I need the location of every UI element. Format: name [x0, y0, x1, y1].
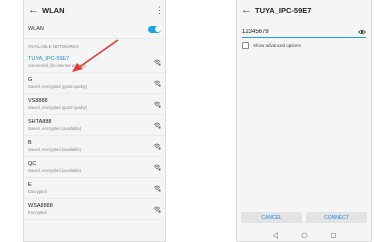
network-name: QC: [28, 160, 37, 167]
advanced-options-checkbox[interactable]: [242, 42, 249, 49]
wlan-toggle-label: WLAN: [28, 26, 44, 32]
network-name: TUYA_IPC-59E7: [28, 55, 70, 62]
home-circle-icon[interactable]: [301, 232, 308, 239]
advanced-options-row[interactable]: Show advanced options: [242, 42, 366, 49]
network-password-screen: ← TUYA_IPC-59E7 Show advanced options CA…: [236, 0, 372, 242]
network-text: TUYA_IPC-59E7 Connected (no internet acce…: [28, 56, 153, 69]
network-status: Encrypted: [28, 188, 47, 194]
network-status: Saved, encrypted (good quality): [28, 104, 88, 110]
network-item[interactable]: G Saved, encrypted (good quality): [24, 73, 165, 94]
network-status: Saved, encrypted (available): [28, 125, 82, 131]
advanced-options-label: Show advanced options: [253, 43, 301, 48]
network-text: B Saved, encrypted (available): [28, 140, 153, 153]
back-triangle-icon[interactable]: [272, 232, 279, 239]
page-title: WLAN: [42, 5, 65, 15]
cancel-button[interactable]: CANCEL: [241, 212, 302, 223]
network-item[interactable]: E Encrypted: [24, 178, 165, 199]
network-text: QC Saved, encrypted (available): [28, 161, 153, 174]
network-name: B: [28, 139, 32, 146]
wlan-topbar: ← WLAN ⋮: [24, 0, 165, 20]
network-list: TUYA_IPC-59E7 Connected (no internet acce…: [24, 52, 165, 220]
dialog-buttons: CANCEL CONNECT: [241, 212, 367, 223]
wifi-lock-icon: [153, 101, 161, 108]
wifi-lock-icon: [153, 206, 161, 213]
network-name: VS8888: [28, 97, 48, 104]
wifi-lock-icon: [153, 80, 161, 87]
network-item[interactable]: VS8888 Saved, encrypted (good quality): [24, 94, 165, 115]
network-status: Connected (no internet access): [28, 62, 87, 68]
network-name: WSA8888: [28, 202, 53, 209]
wifi-lock-icon: [153, 164, 161, 171]
network-text: G Saved, encrypted (good quality): [28, 77, 153, 90]
network-item[interactable]: B Saved, encrypted (available): [24, 136, 165, 157]
password-input[interactable]: [242, 28, 358, 35]
wlan-toggle-row[interactable]: WLAN: [24, 20, 165, 39]
network-text: SHTA888 Saved, encrypted (available): [28, 119, 153, 132]
network-item[interactable]: WSA8888 Encrypted: [24, 199, 165, 220]
network-status: Encrypted: [28, 209, 47, 215]
network-status: Saved, encrypted (good quality): [28, 83, 88, 89]
network-text: VS8888 Saved, encrypted (good quality): [28, 98, 153, 111]
network-status: Saved, encrypted (available): [28, 167, 82, 173]
available-networks-header: AVAILABLE NETWORKS: [28, 44, 79, 49]
wifi-lock-icon: [153, 122, 161, 129]
back-arrow-icon[interactable]: ←: [28, 4, 42, 16]
page-title: TUYA_IPC-59E7: [255, 5, 312, 15]
network-text: WSA8888 Encrypted: [28, 203, 153, 216]
wifi-lock-icon: [153, 185, 161, 192]
network-item[interactable]: SHTA888 Saved, encrypted (available): [24, 115, 165, 136]
network-status: Saved, encrypted (available): [28, 146, 82, 152]
password-topbar: ← TUYA_IPC-59E7: [237, 0, 371, 20]
recents-square-icon[interactable]: [330, 232, 337, 239]
network-name: G: [28, 76, 33, 83]
toggle-knob: [154, 26, 161, 32]
password-row: [242, 26, 366, 38]
network-name: SHTA888: [28, 118, 52, 125]
wlan-toggle-switch[interactable]: [148, 25, 161, 33]
eye-icon[interactable]: [358, 29, 366, 35]
more-vert-icon[interactable]: ⋮: [155, 5, 164, 16]
wifi-lock-icon: [153, 59, 161, 66]
network-item[interactable]: TUYA_IPC-59E7 Connected (no internet acce…: [24, 52, 165, 73]
back-arrow-icon[interactable]: ←: [241, 4, 255, 16]
system-navbar: [237, 230, 371, 241]
wlan-settings-screen: ← WLAN ⋮ WLAN AVAILABLE NETWORKS TUYA_IP…: [23, 0, 166, 242]
network-text: E Encrypted: [28, 182, 153, 195]
network-item[interactable]: QC Saved, encrypted (available): [24, 157, 165, 178]
wifi-lock-icon: [153, 143, 161, 150]
connect-button[interactable]: CONNECT: [306, 212, 367, 223]
network-name: E: [28, 181, 32, 188]
